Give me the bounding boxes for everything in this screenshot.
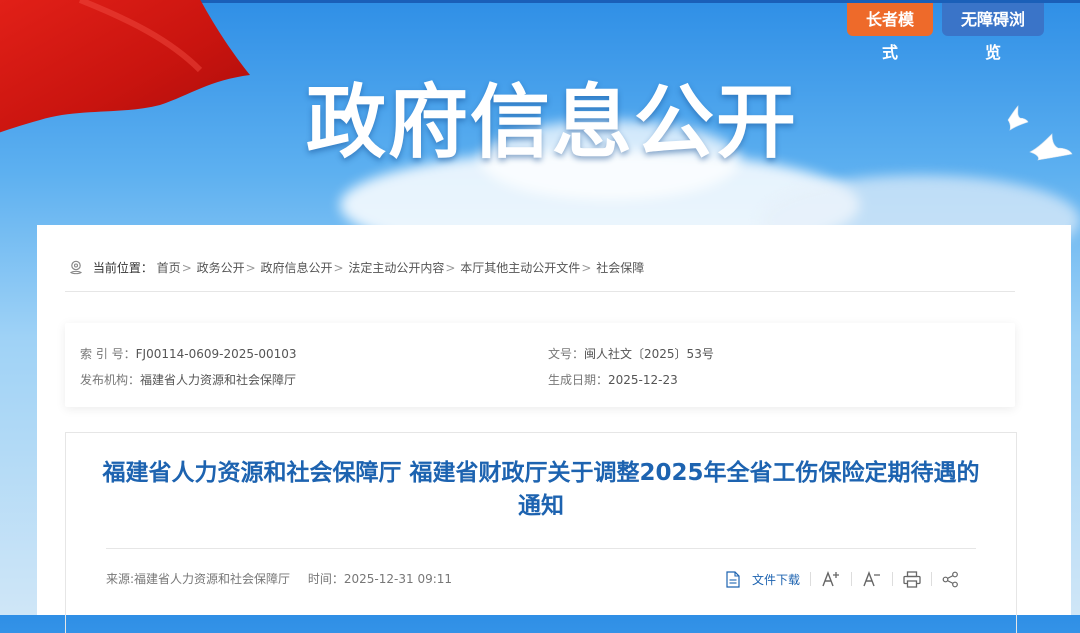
breadcrumb: 当前位置： 首页> 政务公开> 政府信息公开> 法定主动公开内容> 本厅其他主动…: [69, 259, 644, 276]
tool-separator: [851, 572, 853, 586]
font-increase-button[interactable]: [821, 570, 841, 588]
font-increase-icon: [822, 571, 840, 587]
breadcrumb-other-documents[interactable]: 本厅其他主动公开文件: [460, 261, 580, 275]
tool-separator: [892, 572, 894, 586]
article-tools: 文件下载: [726, 567, 959, 591]
article-source-line: 来源:福建省人力资源和社会保障厅 时间：2025-12-31 09:11: [106, 570, 452, 587]
document-meta: 索 引 号：FJ00114-0609-2025-00103 文号：闽人社文〔20…: [65, 323, 1015, 407]
location-icon: [70, 260, 82, 275]
share-button[interactable]: [942, 571, 959, 588]
breadcrumb-gov-affairs[interactable]: 政务公开: [197, 261, 245, 275]
generated-date-label: 生成日期：: [548, 373, 609, 387]
file-download-button[interactable]: 文件下载: [726, 570, 801, 588]
print-icon: [903, 570, 921, 588]
breadcrumb-separator: >: [333, 261, 344, 275]
banner-title: 政府信息公开: [306, 76, 798, 169]
breadcrumb-separator: >: [245, 261, 256, 275]
dove-icon: [1007, 105, 1029, 131]
file-download-label: 文件下载: [752, 572, 801, 587]
article-title: 福建省人力资源和社会保障厅 福建省财政厅关于调整2025年全省工伤保险定期待遇的…: [102, 460, 980, 519]
publisher-value: 福建省人力资源和社会保障厅: [140, 373, 297, 387]
article-time-label: 时间：: [307, 572, 344, 586]
generated-date: 生成日期：2025-12-23: [548, 371, 678, 388]
publisher-label: 发布机构：: [80, 373, 141, 387]
document-icon: [726, 570, 740, 588]
elder-mode-button[interactable]: 长者模式: [847, 3, 933, 62]
index-number-label: 索 引 号：: [80, 347, 136, 361]
article-source: 来源:福建省人力资源和社会保障厅: [106, 572, 291, 586]
document-number-value: 闽人社文〔2025〕53号: [584, 347, 714, 361]
content-panel: 当前位置： 首页> 政务公开> 政府信息公开> 法定主动公开内容> 本厅其他主动…: [37, 225, 1071, 633]
tool-separator: [810, 572, 812, 586]
generated-date-value: 2025-12-23: [608, 373, 678, 387]
font-decrease-icon: [863, 571, 881, 587]
divider: [106, 548, 976, 549]
breadcrumb-separator: >: [581, 261, 592, 275]
accessibility-button[interactable]: 无障碍浏览: [942, 3, 1044, 62]
dove-icon: [1029, 133, 1073, 161]
share-icon: [942, 571, 958, 587]
breadcrumb-lead: 当前位置：: [92, 261, 153, 275]
document-number-label: 文号：: [548, 347, 585, 361]
breadcrumb-social-security[interactable]: 社会保障: [596, 261, 644, 275]
article-time: 2025-12-31 09:11: [343, 572, 453, 586]
banner: 政府信息公开 长者模式 无障碍浏览: [0, 0, 1080, 260]
font-decrease-button[interactable]: [862, 570, 882, 588]
tool-separator: [931, 572, 933, 586]
breadcrumb-separator: >: [181, 261, 192, 275]
document-number: 文号：闽人社文〔2025〕53号: [548, 345, 714, 362]
breadcrumb-separator: >: [445, 261, 456, 275]
print-button[interactable]: [903, 570, 921, 588]
breadcrumb-info-disclosure[interactable]: 政府信息公开: [260, 261, 332, 275]
publisher: 发布机构：福建省人力资源和社会保障厅: [80, 371, 296, 388]
index-number-value: FJ00114-0609-2025-00103: [135, 347, 297, 361]
index-number: 索 引 号：FJ00114-0609-2025-00103: [80, 345, 297, 362]
breadcrumb-statutory-content[interactable]: 法定主动公开内容: [348, 261, 444, 275]
divider: [65, 291, 1015, 292]
red-flag-icon: [0, 0, 250, 133]
article: 福建省人力资源和社会保障厅 福建省财政厅关于调整2025年全省工伤保险定期待遇的…: [65, 432, 1017, 633]
breadcrumb-home[interactable]: 首页: [157, 261, 181, 275]
